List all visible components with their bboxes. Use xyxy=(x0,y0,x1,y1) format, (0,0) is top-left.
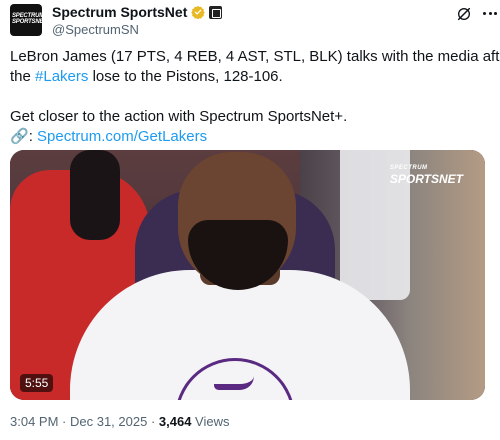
tweet-line-3: Get closer to the action with Spectrum S… xyxy=(10,108,348,125)
tweet-line-4: 🔗: Spectrum.com/GetLakers xyxy=(10,127,490,147)
tweet-header: SPECTRUM SPORTSNET Spectrum SportsNet @S… xyxy=(10,2,497,42)
link-prefix: : xyxy=(28,128,33,145)
footer-separator-1: · xyxy=(58,414,70,429)
video-player[interactable]: SPECTRUM SPORTSNET 5:55 xyxy=(10,150,485,400)
name-row: Spectrum SportsNet xyxy=(52,4,223,20)
channel-watermark: SPECTRUM SPORTSNET xyxy=(390,163,463,185)
tweet-line-2: the #Lakers lose to the Pistons, 128-106… xyxy=(10,67,490,87)
avatar-logo: SPECTRUM SPORTSNET xyxy=(12,13,42,25)
link-icon: 🔗 xyxy=(10,128,29,145)
tweet-text: LeBron James (17 PTS, 4 REB, 4 AST, STL,… xyxy=(10,47,500,147)
external-link[interactable]: Spectrum.com/GetLakers xyxy=(37,128,207,145)
handle[interactable]: @SpectrumSN xyxy=(52,22,139,37)
post-time[interactable]: 3:04 PM xyxy=(10,414,58,429)
views-count[interactable]: 3,464 xyxy=(159,414,192,429)
avatar-logo-line2: SPORTSNET xyxy=(12,19,42,25)
video-frame-person-arm xyxy=(70,150,120,240)
verified-badge-icon xyxy=(191,5,206,19)
post-date[interactable]: Dec 31, 2025 xyxy=(70,414,147,429)
display-name[interactable]: Spectrum SportsNet xyxy=(52,4,187,20)
hashtag-link[interactable]: #Lakers xyxy=(35,68,88,85)
video-duration: 5:55 xyxy=(20,374,54,392)
tweet-line-1: LeBron James (17 PTS, 4 REB, 4 AST, STL,… xyxy=(10,48,500,65)
watermark-big: SPORTSNET xyxy=(389,172,463,186)
tweet-line-2-pre: the xyxy=(10,68,36,85)
tweet-line-2-post: lose to the Pistons, 128-106. xyxy=(88,68,283,85)
more-icon[interactable] xyxy=(480,5,500,21)
grok-icon[interactable] xyxy=(456,6,472,22)
affiliate-badge-icon xyxy=(209,5,223,19)
tweet-footer: 3:04 PM · Dec 31, 2025 · 3,464 Views xyxy=(10,414,230,429)
views-label: Views xyxy=(191,414,230,429)
avatar[interactable]: SPECTRUM SPORTSNET xyxy=(10,4,42,36)
footer-separator-2: · xyxy=(147,414,159,429)
